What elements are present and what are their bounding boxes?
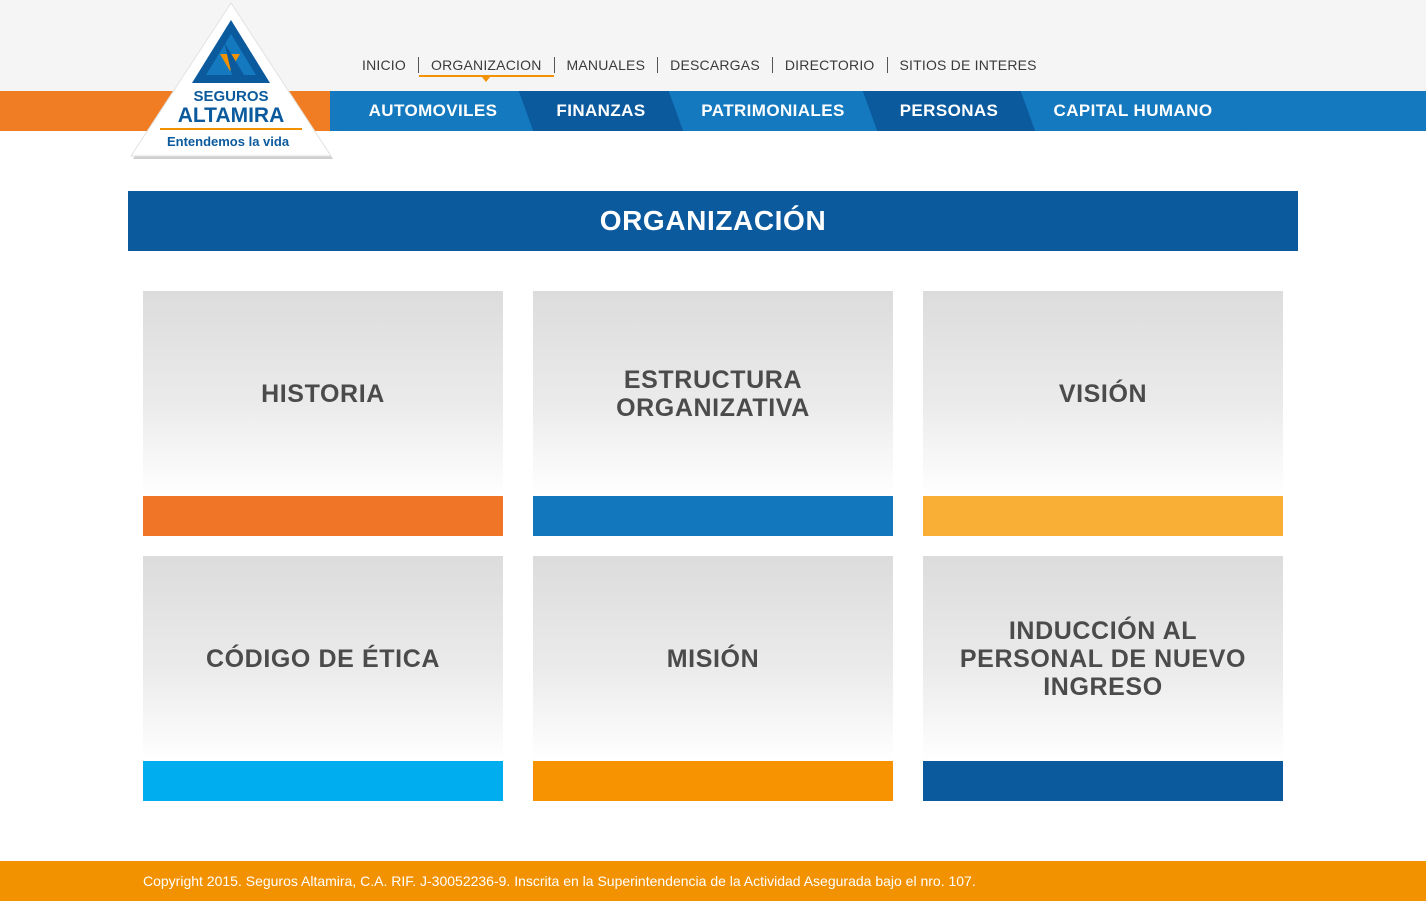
card-face: VISIÓN — [923, 291, 1283, 496]
card-color-bar — [533, 761, 893, 801]
logo-tagline: Entendemos la vida — [167, 134, 290, 149]
card-color-bar — [143, 761, 503, 801]
top-nav-sitios-de-interes[interactable]: SITIOS DE INTERES — [888, 57, 1049, 73]
card-label: HISTORIA — [261, 379, 385, 408]
top-nav: INICIO ORGANIZACION MANUALES DESCARGAS D… — [350, 57, 1049, 82]
logo-brand-main: ALTAMIRA — [178, 104, 285, 127]
main-nav: AUTOMOVILES FINANZAS PATRIMONIALES PERSO… — [330, 91, 1426, 131]
card-label: VISIÓN — [1058, 379, 1148, 408]
card-face: CÓDIGO DE ÉTICA — [143, 556, 503, 761]
main-nav-finanzas[interactable]: FINANZAS — [518, 91, 684, 131]
card-label: ESTRUCTURA ORGANIZATIVA — [616, 365, 810, 422]
card-label: INDUCCIÓN AL PERSONAL DE NUEVO INGRESO — [959, 616, 1247, 701]
card-historia[interactable]: HISTORIA — [143, 291, 503, 536]
card-color-bar — [143, 496, 503, 536]
card-color-bar — [923, 496, 1283, 536]
top-nav-manuales[interactable]: MANUALES — [555, 57, 658, 73]
tab-label: CAPITAL HUMANO — [1053, 101, 1213, 120]
tab-label: FINANZAS — [556, 101, 646, 120]
card-induccion-personal-nuevo-ingreso[interactable]: INDUCCIÓN AL PERSONAL DE NUEVO INGRESO — [923, 556, 1283, 801]
card-face: ESTRUCTURA ORGANIZATIVA — [533, 291, 893, 496]
tab-label: AUTOMOVILES — [368, 101, 498, 120]
tab-label: PATRIMONIALES — [701, 101, 845, 120]
page-title: ORGANIZACIÓN — [599, 205, 827, 236]
top-nav-directorio[interactable]: DIRECTORIO — [773, 57, 887, 73]
main-nav-personas[interactable]: PERSONAS — [862, 91, 1036, 131]
card-mision[interactable]: MISIÓN — [533, 556, 893, 801]
top-nav-descargas[interactable]: DESCARGAS — [658, 57, 772, 73]
card-face: HISTORIA — [143, 291, 503, 496]
footer-copyright: Copyright 2015. Seguros Altamira, C.A. R… — [143, 873, 976, 889]
logo-graphic: SEGUROS ALTAMIRA Entendemos la vida — [130, 2, 333, 159]
seguros-altamira-logo[interactable]: SEGUROS ALTAMIRA Entendemos la vida — [128, 0, 334, 165]
logo-brand-top: SEGUROS — [193, 88, 268, 105]
top-nav-organizacion[interactable]: ORGANIZACION — [418, 57, 554, 82]
card-estructura-organizativa[interactable]: ESTRUCTURA ORGANIZATIVA — [533, 291, 893, 536]
page-title-banner: ORGANIZACIÓN — [128, 191, 1298, 251]
top-nav-inicio[interactable]: INICIO — [350, 57, 418, 73]
tab-label: PERSONAS — [899, 101, 999, 120]
card-codigo-de-etica[interactable]: CÓDIGO DE ÉTICA — [143, 556, 503, 801]
card-color-bar — [923, 761, 1283, 801]
main-nav-capital-humano[interactable]: CAPITAL HUMANO — [1020, 91, 1246, 131]
footer: Copyright 2015. Seguros Altamira, C.A. R… — [0, 861, 1426, 901]
main-nav-patrimoniales[interactable]: PATRIMONIALES — [668, 91, 878, 131]
card-vision[interactable]: VISIÓN — [923, 291, 1283, 536]
main-nav-automoviles[interactable]: AUTOMOVILES — [330, 91, 544, 131]
card-label: MISIÓN — [666, 644, 760, 673]
card-color-bar — [533, 496, 893, 536]
card-face: MISIÓN — [533, 556, 893, 761]
card-label: CÓDIGO DE ÉTICA — [205, 644, 440, 673]
card-face: INDUCCIÓN AL PERSONAL DE NUEVO INGRESO — [923, 556, 1283, 761]
